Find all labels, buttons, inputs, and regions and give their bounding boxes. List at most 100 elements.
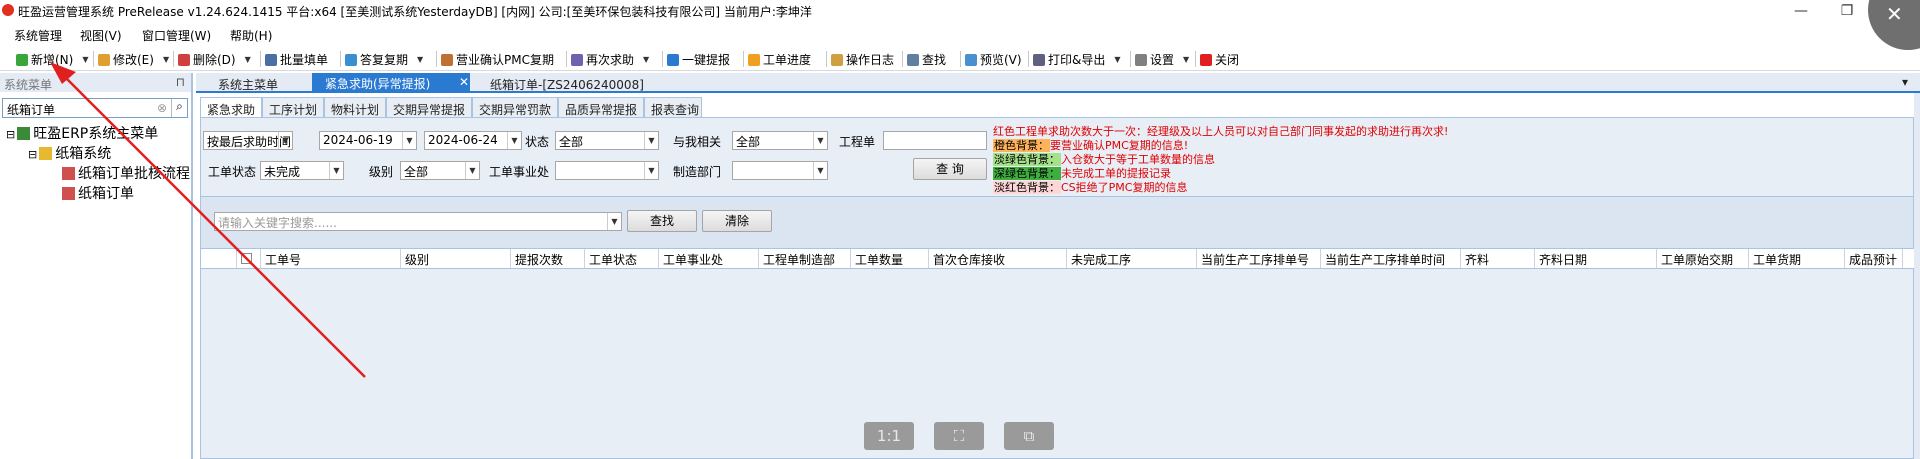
grid-column-header[interactable]: 工单货期 (1749, 249, 1845, 268)
tree-node[interactable]: ⊟ 纸箱系统 (28, 143, 111, 163)
window-title: 旺盈运营管理系统 PreRelease v1.24.624.1415 平台:x6… (18, 5, 812, 19)
grid-column-header[interactable]: 成品预计 (1845, 249, 1903, 268)
chevron-down-icon[interactable]: ▼ (643, 55, 649, 64)
menu-help[interactable]: 帮助(H) (230, 27, 272, 44)
toolbar-button-10[interactable]: 查找 (907, 51, 946, 68)
toolbar-button-0[interactable]: 新增(N) ▼ (16, 51, 89, 68)
subtab-6[interactable]: 报表查询 (644, 97, 702, 117)
grid-column-header[interactable]: 工单事业处 (659, 249, 759, 268)
menu-search-box[interactable]: 纸箱订单 ⊗ ⌕ (2, 98, 188, 118)
level-select[interactable]: 全部 ▼ (400, 161, 480, 180)
keyword-search-button[interactable]: 查找 (627, 210, 697, 232)
toolbar-button-5[interactable]: 营业确认PMC复期 (441, 51, 554, 68)
keyword-search-input[interactable]: 请输入关键字搜索...... ▼ (214, 212, 622, 231)
grid-column-header[interactable]: 齐料日期 (1535, 249, 1657, 268)
wo-status-label: 工单状态 (208, 165, 257, 179)
menu-search-input[interactable]: 纸箱订单 (7, 101, 55, 118)
toolbar-button-label: 预览(V) (980, 53, 1022, 67)
toolbar-button-4[interactable]: 答复复期 ▼ (345, 51, 423, 68)
clear-icon[interactable]: ⊗ (157, 101, 167, 115)
toolbar-button-label: 新增(N) (31, 53, 74, 67)
sort-select[interactable]: 按最后求助时间 ▼ (203, 131, 293, 150)
date-to-picker[interactable]: 2024-06-24 ▼ (424, 131, 522, 150)
toolbar-button-8[interactable]: 工单进度 (748, 51, 811, 68)
tree-node[interactable]: 纸箱订单批核流程 (62, 163, 190, 183)
actual-size-icon[interactable]: 1:1 (864, 422, 914, 450)
tab-overflow-icon[interactable]: ▾ (1902, 75, 1908, 89)
tree-expander-icon[interactable]: ⊟ (6, 128, 15, 141)
grid-column-header[interactable]: 首次仓库接收 (929, 249, 1067, 268)
screenshot-icon[interactable]: ⧉ (1004, 422, 1054, 450)
pin-icon[interactable]: ⊓ (176, 75, 185, 89)
subtab-4[interactable]: 交期异常罚款 (472, 97, 558, 117)
subtab-1[interactable]: 工序计划 (262, 97, 324, 117)
workorder-input[interactable] (883, 131, 987, 150)
chevron-down-icon[interactable]: ▼ (82, 55, 88, 64)
subtab-5[interactable]: 品质异常提报 (558, 97, 644, 117)
subtab-3[interactable]: 交期异常提报 (386, 97, 472, 117)
toolbar-button-2[interactable]: 删除(D) ▼ (178, 51, 251, 68)
tree-node[interactable]: ⊟ 旺盈ERP系统主菜单 (6, 123, 158, 143)
menu-system[interactable]: 系统管理 (14, 27, 62, 44)
dept-select[interactable]: ▼ (732, 161, 828, 180)
keyword-clear-button[interactable]: 清除 (702, 210, 772, 232)
grid-column-header[interactable]: 提报次数 (511, 249, 585, 268)
legend-note-text: CS拒绝了PMC复期的信息 (1061, 181, 1188, 194)
toolbar-button-label: 查找 (922, 53, 947, 67)
chevron-down-icon[interactable]: ▼ (1114, 55, 1120, 64)
menu-view[interactable]: 视图(V) (80, 27, 122, 44)
grid-column-header[interactable]: 齐料 (1461, 249, 1535, 268)
search-icon[interactable]: ⌕ (171, 99, 187, 117)
toolbar-button-12[interactable]: 打印&导出 ▼ (1033, 51, 1121, 68)
tab-emergency-help[interactable]: 紧急求助(异常提报) ✕ (312, 73, 470, 91)
chevron-down-icon[interactable]: ▼ (163, 55, 169, 64)
related-select[interactable]: 全部 ▼ (732, 131, 828, 150)
status-select[interactable]: 全部 ▼ (555, 131, 659, 150)
subtab-2[interactable]: 物料计划 (324, 97, 386, 117)
menu-window[interactable]: 窗口管理(W) (142, 27, 211, 44)
chevron-down-icon[interactable]: ▼ (245, 55, 251, 64)
toolbar-separator (436, 51, 437, 67)
subtab-0[interactable]: 紧急求助 (200, 97, 262, 117)
grid-column-header[interactable]: 级别 (401, 249, 511, 268)
toolbar-button-label: 再次求助 (586, 53, 635, 67)
division-select[interactable]: ▼ (555, 161, 659, 180)
chevron-down-icon[interactable]: ▼ (417, 55, 423, 64)
date-from-picker[interactable]: 2024-06-19 ▼ (319, 131, 417, 150)
system-menu-panel: 系统菜单 ⊓ 纸箱订单 ⊗ ⌕ ⊟ 旺盈ERP系统主菜单 ⊟ 纸箱系统 纸箱订单批核流程… (0, 73, 193, 459)
grid-column-header[interactable]: 工单号 (261, 249, 401, 268)
toolbar-button-14[interactable]: 关闭 (1200, 51, 1239, 68)
grid-column-header[interactable]: 未完成工序 (1067, 249, 1197, 268)
toolbar-button-9[interactable]: 操作日志 (831, 51, 894, 68)
grid-column-header[interactable]: 工单原始交期 (1657, 249, 1749, 268)
minimize-icon[interactable]: — (1778, 0, 1824, 22)
toolbar-button-6[interactable]: 再次求助 ▼ (571, 51, 649, 68)
toolbar-button-label: 答复复期 (360, 53, 409, 67)
module-icon (62, 167, 75, 180)
toolbar-button-3[interactable]: 批量填单 (265, 51, 328, 68)
grid-column-header[interactable]: 当前生产工序排单时间 (1321, 249, 1461, 268)
toolbar-separator (93, 51, 94, 67)
restore-icon[interactable]: ❐ (1824, 0, 1870, 22)
toolbar-button-13[interactable]: 设置 ▼ (1135, 51, 1189, 68)
grid-column-header[interactable]: 工单数量 (851, 249, 929, 268)
toolbar-button-11[interactable]: 预览(V) (965, 51, 1022, 68)
close-tab-icon[interactable]: ✕ (459, 75, 469, 89)
filter-panel: 按最后求助时间 ▼ 2024-06-19 ▼ 2024-06-24 ▼ 状态 全部 ▼ … (200, 117, 1914, 197)
wo-status-select[interactable]: 未完成 ▼ (260, 161, 344, 180)
tab-system-main-menu[interactable]: 系统主菜单 (218, 76, 278, 93)
tree-expander-icon[interactable]: ⊟ (28, 148, 37, 161)
grid-column-header[interactable]: 工程单制造部 (759, 249, 851, 268)
chevron-down-icon[interactable]: ▼ (1183, 55, 1189, 64)
document-tabs: 系统主菜单 紧急求助(异常提报) ✕ 纸箱订单-[ZS2406240008] ▾ (196, 73, 1920, 93)
grid-column-header[interactable]: 当前生产工序排单号 (1197, 249, 1321, 268)
toolbar-button-1[interactable]: 修改(E) ▼ (98, 51, 169, 68)
query-button[interactable]: 查 询 (913, 158, 987, 180)
tree-node[interactable]: 纸箱订单 (62, 183, 134, 203)
fit-screen-icon[interactable]: ⛶ (934, 422, 984, 450)
grid-column-header[interactable]: 工单状态 (585, 249, 659, 268)
toolbar-button-7[interactable]: 一键提报 (667, 51, 730, 68)
tab-carton-order[interactable]: 纸箱订单-[ZS2406240008] (490, 76, 644, 93)
toolbar-button-label: 设置 (1150, 53, 1175, 67)
select-all-checkbox[interactable] (237, 249, 261, 268)
